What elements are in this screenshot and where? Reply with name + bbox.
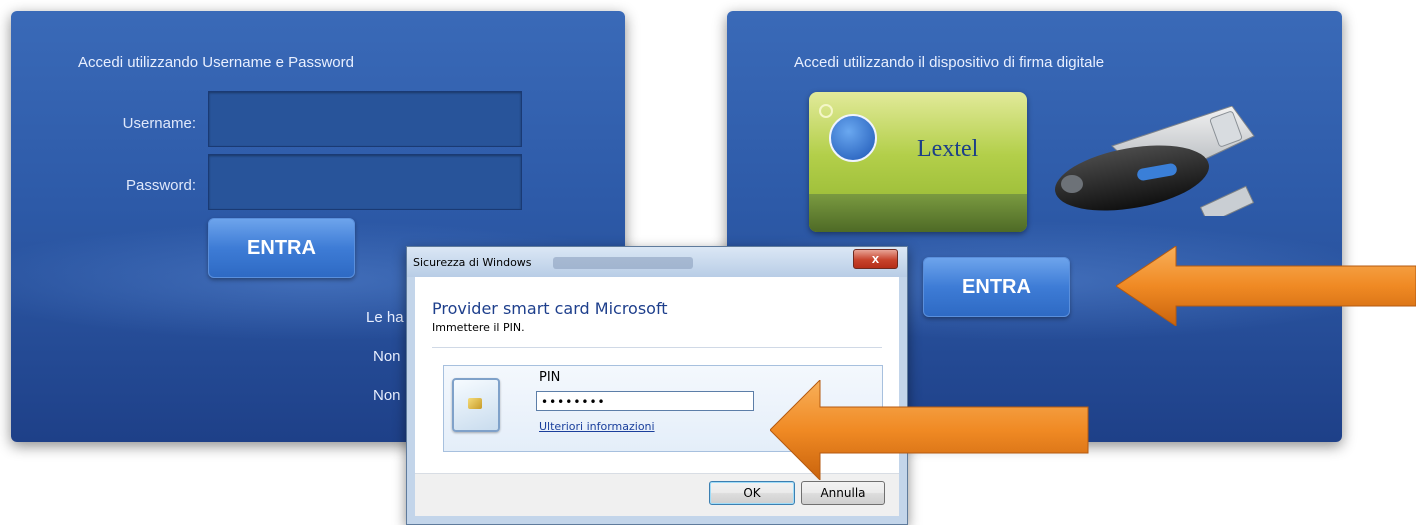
username-label: Username: [122, 115, 196, 132]
pin-label: PIN [539, 370, 561, 385]
usb-token-icon [1055, 106, 1255, 216]
dialog-title: Sicurezza di Windows [413, 256, 532, 269]
divider [432, 347, 882, 348]
entra-button-digital-signature[interactable]: ENTRA [923, 257, 1070, 317]
arrow-icon [770, 380, 1089, 480]
arrow-icon [1116, 246, 1416, 326]
ok-button[interactable]: OK [709, 481, 795, 505]
panel-title: Accedi utilizzando Username e Password [78, 54, 354, 71]
password-label: Password: [125, 177, 196, 194]
more-info-link[interactable]: Ulteriori informazioni [539, 420, 655, 433]
title-blur [553, 257, 693, 269]
password-input[interactable] [208, 154, 522, 210]
dialog-heading: Provider smart card Microsoft [432, 299, 668, 318]
username-input[interactable] [208, 91, 522, 147]
help-line-1[interactable]: Le ha [366, 309, 404, 326]
help-line-2[interactable]: Non [373, 348, 401, 365]
cancel-button[interactable]: Annulla [801, 481, 885, 505]
dialog-instruction: Immettere il PIN. [432, 321, 525, 334]
dialog-titlebar[interactable]: Sicurezza di Windows x [407, 247, 907, 277]
help-line-3[interactable]: Non [373, 387, 401, 404]
smart-card-icon: Lextel [809, 92, 1027, 232]
panel-title: Accedi utilizzando il dispositivo di fir… [794, 54, 1105, 71]
card-brand: Lextel [917, 136, 979, 162]
close-icon[interactable]: x [853, 249, 898, 269]
entra-button-password[interactable]: ENTRA [208, 218, 355, 278]
pin-input[interactable]: •••••••• [536, 391, 754, 411]
smart-card-icon [452, 378, 500, 432]
